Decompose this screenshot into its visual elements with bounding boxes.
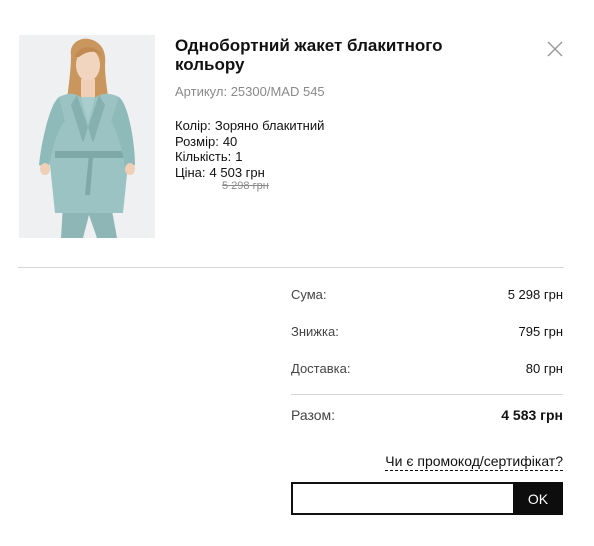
size-value: 40 bbox=[222, 133, 238, 149]
subtotal-row: Сума: 5 298 грн bbox=[291, 285, 563, 303]
delivery-value: 80 грн bbox=[525, 360, 563, 376]
sku-label: Артикул: bbox=[175, 84, 228, 99]
size-label: Розмір: bbox=[175, 133, 219, 149]
price-value: 4 503 грн bbox=[209, 164, 265, 180]
quantity-value: 1 bbox=[235, 149, 243, 164]
delivery-row: Доставка: 80 грн bbox=[291, 359, 563, 377]
color-label: Колір: bbox=[175, 118, 211, 133]
discount-row: Знижка: 795 грн bbox=[291, 322, 563, 340]
discount-label: Знижка: bbox=[291, 323, 339, 339]
subtotal-value: 5 298 грн bbox=[507, 286, 563, 302]
product-title[interactable]: Однобортний жакет блакитного кольору bbox=[175, 36, 485, 74]
quantity-row: Кількість: 1 bbox=[175, 149, 535, 165]
close-button[interactable] bbox=[545, 39, 565, 59]
color-row: Колір: Зоряно блакитний bbox=[175, 118, 535, 134]
close-icon bbox=[547, 41, 563, 57]
product-photo bbox=[19, 35, 155, 238]
price-label: Ціна: bbox=[175, 164, 206, 180]
price-row: Ціна: 4 503 грн bbox=[175, 165, 535, 181]
order-summary: Сума: 5 298 грн Знижка: 795 грн Доставка… bbox=[291, 285, 563, 425]
cart-item-card: Однобортний жакет блакитного кольору Арт… bbox=[0, 0, 594, 546]
promo-code-link[interactable]: Чи є промокод/сертифікат? bbox=[385, 453, 563, 471]
discount-value: 795 грн bbox=[518, 323, 563, 339]
apply-promo-button[interactable]: OK bbox=[513, 482, 563, 515]
old-price: 5 298 грн bbox=[222, 180, 269, 192]
summary-divider bbox=[291, 394, 563, 395]
size-row: Розмір: 40 bbox=[175, 134, 535, 150]
total-row: Разом: 4 583 грн bbox=[291, 405, 563, 425]
divider bbox=[18, 267, 564, 268]
total-value: 4 583 грн bbox=[501, 407, 563, 423]
color-value: Зоряно блакитний bbox=[214, 118, 325, 133]
product-info: Однобортний жакет блакитного кольору Арт… bbox=[175, 36, 535, 193]
product-attributes: Колір: Зоряно блакитний Розмір: 40 Кількіс… bbox=[175, 118, 535, 193]
promo-code-input[interactable] bbox=[291, 482, 515, 515]
delivery-label: Доставка: bbox=[291, 360, 351, 376]
product-image[interactable] bbox=[19, 35, 155, 238]
sku: Артикул: 25300/MAD 545 bbox=[175, 84, 535, 100]
sku-value: 25300/MAD 545 bbox=[230, 84, 325, 99]
quantity-label: Кількість: bbox=[175, 149, 232, 164]
total-label: Разом: bbox=[291, 407, 336, 423]
subtotal-label: Сума: bbox=[291, 286, 327, 302]
